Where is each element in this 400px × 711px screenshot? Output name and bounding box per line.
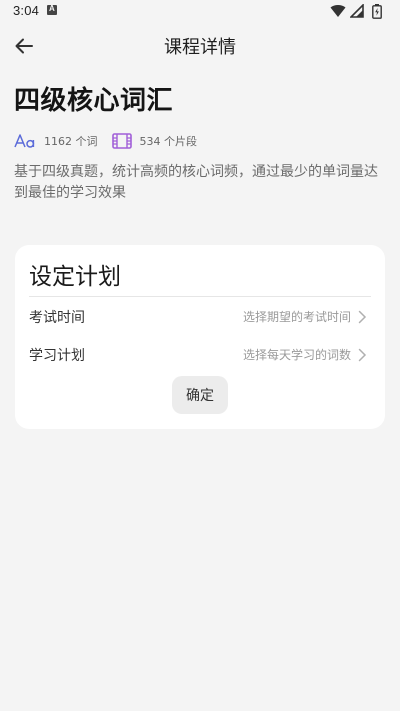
exam-time-value: 选择期望的考试时间 [242, 310, 351, 324]
exam-time-label: 考试时间 [29, 310, 85, 326]
film-icon [111, 133, 132, 149]
study-plan-row[interactable]: 学习计划 选择每天学习的词数 [15, 336, 385, 372]
confirm-button[interactable]: 确定 [172, 376, 228, 414]
study-plan-label: 学习计划 [29, 348, 85, 364]
signal-icon [350, 4, 364, 18]
clip-count-text: 534 个片段 [139, 135, 198, 148]
status-bar: 3:04 [0, 0, 400, 24]
divider [29, 296, 371, 297]
word-count-stat: 1162 个词 [14, 133, 98, 149]
word-count-text: 1162 个词 [44, 135, 98, 148]
app-bar: 课程详情 [0, 24, 400, 68]
exam-time-row[interactable]: 考试时间 选择期望的考试时间 [15, 298, 385, 334]
course-description: 基于四级真题，统计高频的核心词频，通过最少的单词量达到最佳的学习效果 [14, 164, 378, 201]
study-plan-value: 选择每天学习的词数 [242, 348, 351, 362]
page-title: 课程详情 [164, 37, 236, 58]
chevron-right-icon [358, 310, 367, 324]
course-stats: 1162 个词 534 个片段 [14, 130, 211, 152]
course-title: 四级核心词汇 [14, 86, 174, 116]
status-time: 3:04 [13, 3, 40, 18]
chevron-right-icon [358, 348, 367, 362]
a-badge-icon [47, 4, 57, 15]
plan-card: 设定计划 考试时间 选择期望的考试时间 学习计划 选择每天学习的词数 确定 [15, 245, 385, 429]
clip-count-stat: 534 个片段 [111, 133, 198, 149]
wifi-icon [330, 5, 346, 18]
plan-title: 设定计划 [29, 264, 121, 290]
battery-icon [372, 4, 382, 19]
text-size-icon [14, 133, 36, 149]
